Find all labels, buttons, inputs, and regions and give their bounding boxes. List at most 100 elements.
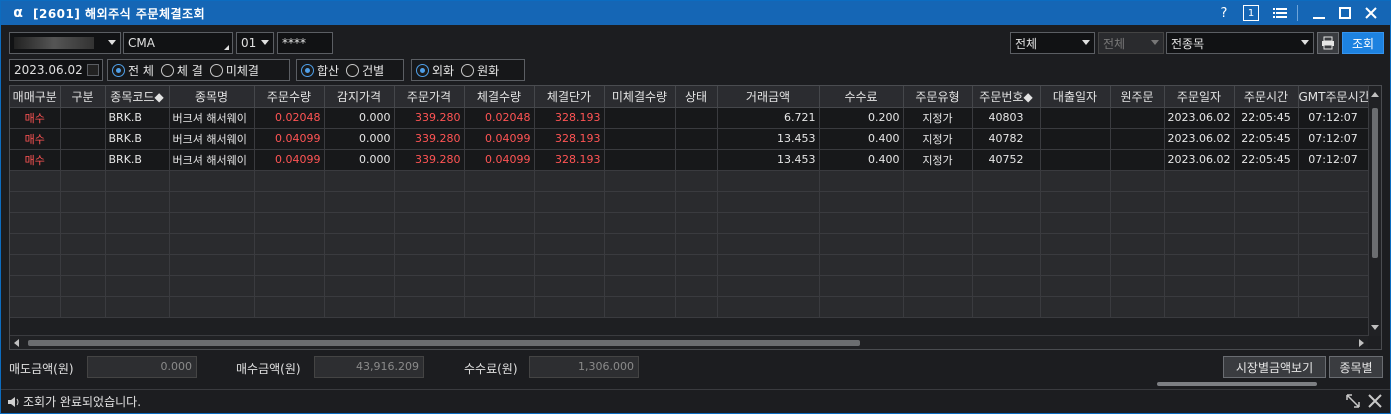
empty-cell: [254, 212, 325, 234]
page-number-button[interactable]: 1: [1243, 5, 1259, 21]
column-header[interactable]: 주문수량: [254, 86, 325, 108]
column-header[interactable]: 종목코드◆: [105, 86, 170, 108]
scroll-left-icon[interactable]: [14, 339, 19, 347]
radio-each[interactable]: 건별: [346, 62, 384, 79]
column-header[interactable]: 주문시간: [1234, 86, 1299, 108]
empty-cell: [1234, 254, 1299, 276]
column-header[interactable]: 구분: [60, 86, 106, 108]
radio-executed[interactable]: 체 결: [160, 62, 203, 79]
empty-cell: [105, 191, 170, 213]
empty-cell: [903, 254, 973, 276]
help-button[interactable]: ?: [1213, 3, 1235, 23]
empty-cell: [324, 233, 395, 255]
radio-krw[interactable]: 원화: [461, 62, 499, 79]
empty-cell: [394, 296, 465, 318]
scroll-right-icon[interactable]: [1359, 339, 1364, 347]
stock-scope-select[interactable]: 전종목: [1166, 32, 1314, 54]
scroll-down-icon[interactable]: [1371, 325, 1379, 330]
empty-cell: [604, 275, 676, 297]
radio-all[interactable]: 전 체: [112, 62, 154, 79]
window-title: [2601] 해외주식 주문체결조회: [33, 6, 206, 21]
column-header[interactable]: 체결단가: [534, 86, 605, 108]
empty-cell: [1234, 233, 1299, 255]
empty-cell: [1298, 191, 1369, 213]
radio-sum[interactable]: 합산: [301, 62, 339, 79]
close-icon[interactable]: [1360, 3, 1382, 23]
query-button[interactable]: 조회: [1342, 32, 1384, 54]
radio-unexecuted[interactable]: 미체결: [209, 62, 259, 79]
maximize-icon[interactable]: [1334, 3, 1356, 23]
table-cell: 0.02048: [464, 107, 535, 129]
column-header[interactable]: 주문일자: [1164, 86, 1235, 108]
empty-cell: [903, 275, 973, 297]
date-field[interactable]: 2023.06.02: [9, 59, 103, 81]
account-select[interactable]: [9, 32, 121, 54]
shrink-icon[interactable]: [1368, 394, 1382, 412]
empty-cell: [60, 191, 106, 213]
empty-cell: [819, 233, 904, 255]
empty-cell: [1040, 254, 1111, 276]
expand-icon[interactable]: [1346, 394, 1360, 412]
table-cell: 매수: [10, 128, 61, 150]
column-header[interactable]: 주문번호◆: [972, 86, 1041, 108]
by-stock-button[interactable]: 종목별: [1329, 356, 1383, 378]
empty-cell: [717, 233, 820, 255]
radio-foreign[interactable]: 외화: [416, 62, 454, 79]
table-row[interactable]: 매수 BRK.B 버크셔 해서웨이 0.04099 0.000 339.280 0.0409…: [10, 149, 1369, 171]
column-header[interactable]: 대출일자: [1040, 86, 1111, 108]
market-select[interactable]: 전체: [1010, 32, 1095, 54]
scroll-up-icon[interactable]: [1371, 92, 1379, 97]
column-header[interactable]: 감지가격: [324, 86, 395, 108]
table-row[interactable]: 매수 BRK.B 버크셔 해서웨이 0.02048 0.000 339.280 0.0204…: [10, 107, 1369, 129]
column-header[interactable]: 상태: [675, 86, 718, 108]
empty-cell: [254, 191, 325, 213]
empty-cell: [1164, 191, 1235, 213]
empty-cell: [10, 275, 61, 297]
column-header[interactable]: 수수료: [819, 86, 904, 108]
column-header[interactable]: 매매구분: [10, 86, 61, 108]
column-header[interactable]: GMT주문시간: [1298, 86, 1369, 108]
empty-cell: [60, 275, 106, 297]
vertical-scrollbar[interactable]: [1368, 86, 1381, 336]
account-type-select[interactable]: CMA: [123, 32, 233, 54]
empty-cell: [903, 170, 973, 192]
empty-row: [10, 275, 1369, 297]
horizontal-scrollbar[interactable]: [10, 335, 1368, 349]
password-field[interactable]: ****: [277, 32, 333, 54]
app-logo-icon: α: [13, 5, 23, 21]
menu-icon[interactable]: [1269, 3, 1291, 23]
sell-amount-value: 0.000: [87, 356, 197, 378]
column-header[interactable]: 거래금액: [717, 86, 820, 108]
empty-cell: [324, 212, 395, 234]
table-cell: 0.200: [819, 107, 904, 129]
column-header[interactable]: 주문유형: [903, 86, 973, 108]
minimize-icon[interactable]: [1308, 3, 1330, 23]
empty-cell: [464, 254, 535, 276]
table-row[interactable]: 매수 BRK.B 버크셔 해서웨이 0.04099 0.000 339.280 0.0409…: [10, 128, 1369, 150]
table-cell: [60, 107, 106, 129]
table-cell: 0.000: [324, 128, 395, 150]
print-button[interactable]: [1317, 32, 1339, 54]
empty-cell: [675, 191, 718, 213]
market-amount-button[interactable]: 시장별금액보기: [1223, 356, 1326, 378]
resize-handle[interactable]: [1157, 382, 1317, 386]
empty-cell: [819, 170, 904, 192]
empty-cell: [394, 233, 465, 255]
table-cell: [1040, 149, 1111, 171]
column-header[interactable]: 종목명: [169, 86, 255, 108]
column-header[interactable]: 미체결수량: [604, 86, 676, 108]
empty-cell: [169, 212, 255, 234]
empty-cell: [254, 254, 325, 276]
empty-cell: [324, 254, 395, 276]
empty-cell: [675, 170, 718, 192]
column-header[interactable]: 체결수량: [464, 86, 535, 108]
resize-corner-icon: [224, 45, 229, 50]
empty-cell: [254, 233, 325, 255]
date-value: 2023.06.02: [14, 63, 83, 77]
sub-account-select[interactable]: 01: [236, 32, 274, 54]
empty-cell: [534, 233, 605, 255]
column-header[interactable]: 주문가격: [394, 86, 465, 108]
column-header[interactable]: 원주문: [1110, 86, 1165, 108]
table-cell: BRK.B: [105, 128, 170, 150]
calendar-icon[interactable]: [87, 64, 99, 76]
